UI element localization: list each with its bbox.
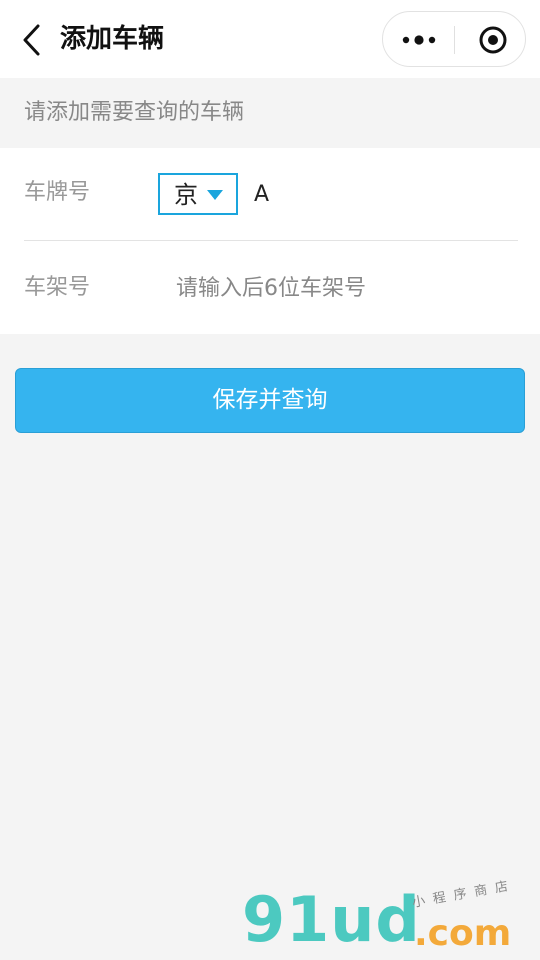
watermark-domain-suffix: .com xyxy=(414,913,512,954)
frame-number-label: 车架号 xyxy=(24,275,91,300)
watermark-tagline: 小程序商店 xyxy=(411,877,518,911)
target-circle-icon xyxy=(479,26,507,54)
province-select[interactable]: 京 xyxy=(158,173,238,215)
frame-number-input[interactable] xyxy=(176,268,506,308)
plate-number-input[interactable] xyxy=(254,174,514,214)
form-row-divider xyxy=(24,240,518,241)
add-vehicle-hint: 请添加需要查询的车辆 xyxy=(24,100,245,125)
back-button[interactable] xyxy=(14,20,50,60)
more-dots-icon xyxy=(402,35,436,45)
chevron-left-icon xyxy=(23,24,40,56)
more-menu-button[interactable] xyxy=(393,20,445,60)
mini-program-capsule xyxy=(382,11,526,67)
add-vehicle-page: 添加车辆 请添加需要查询的车辆 车牌号 京 A 车架号 请输入后6位车架号 保存… xyxy=(0,0,540,960)
watermark: 91ud 小程序商店 .com xyxy=(236,878,536,956)
plate-number-label: 车牌号 xyxy=(24,180,91,205)
watermark-logo: 91ud xyxy=(242,883,421,956)
caret-down-icon xyxy=(207,190,223,200)
capsule-divider xyxy=(454,26,455,54)
province-value: 京 xyxy=(174,181,198,209)
navigation-bar: 添加车辆 xyxy=(0,0,540,78)
save-and-query-button[interactable]: 保存并查询 xyxy=(15,368,525,433)
close-mini-program-button[interactable] xyxy=(467,20,519,60)
page-title: 添加车辆 xyxy=(60,24,165,54)
